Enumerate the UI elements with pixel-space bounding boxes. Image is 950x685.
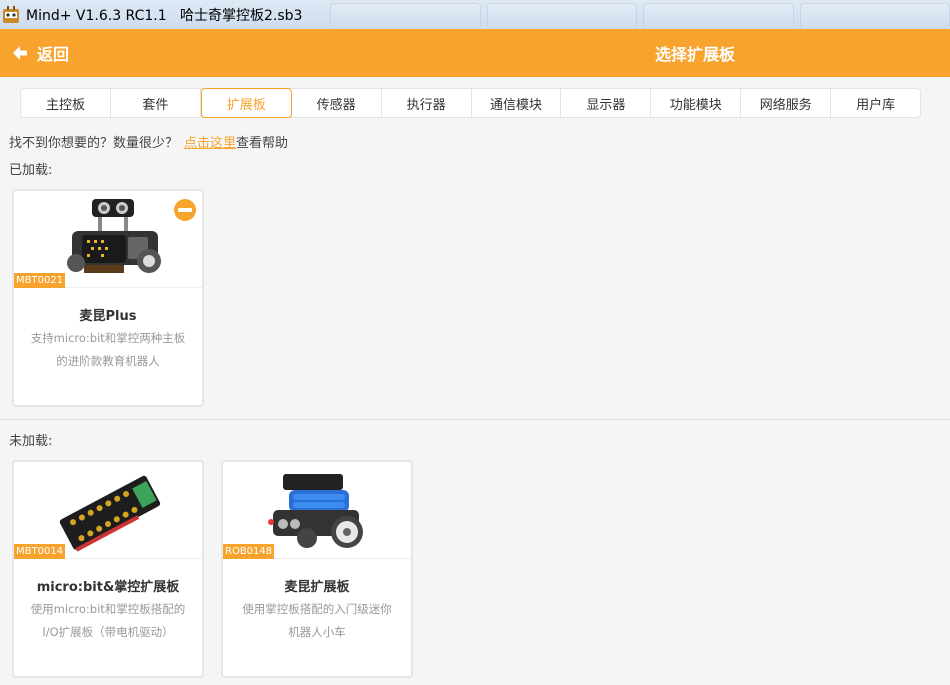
window-title: Mind+ V1.6.3 RC1.1 哈士奇掌控板2.sb3 bbox=[26, 7, 303, 24]
card-description: 使用micro:bit和掌控板搭配的 I/O扩展板（带电机驱动） bbox=[24, 598, 192, 644]
page-title: 选择扩展板 bbox=[654, 45, 735, 64]
background-browser-tabs bbox=[330, 3, 950, 27]
sku-badge: MBT0021 bbox=[14, 273, 66, 288]
extension-card-maqueen-plus[interactable]: MBT0021 麦昆Plus 支持micro:bit和掌控两种主板 的进阶款教育… bbox=[12, 189, 204, 407]
back-label: 返回 bbox=[37, 45, 70, 64]
card-description-line: 支持micro:bit和掌控两种主板 bbox=[30, 331, 186, 345]
remove-extension-button[interactable] bbox=[174, 199, 196, 221]
card-description-line: 的进阶款教育机器人 bbox=[56, 354, 160, 368]
extension-card-microbit-expansion[interactable]: MBT0014 micro:bit&掌控扩展板 使用micro:bit和掌控板搭… bbox=[12, 460, 204, 678]
tab-communication[interactable]: 通信模块 bbox=[472, 89, 562, 117]
card-description: 支持micro:bit和掌控两种主板 的进阶款教育机器人 bbox=[24, 327, 192, 373]
sku-badge: ROB0148 bbox=[223, 544, 275, 559]
card-description-line: 使用micro:bit和掌控板搭配的 bbox=[30, 602, 186, 616]
top-bar: 返回 选择扩展板 bbox=[0, 29, 950, 77]
section-divider bbox=[0, 419, 950, 420]
tab-displays[interactable]: 显示器 bbox=[561, 89, 652, 117]
tab-sensors[interactable]: 传感器 bbox=[292, 89, 382, 117]
mindplus-app-icon bbox=[1, 5, 21, 25]
tab-expansion-boards[interactable]: 扩展板 bbox=[200, 88, 292, 118]
tab-main-board[interactable]: 主控板 bbox=[21, 89, 111, 117]
tab-actuators[interactable]: 执行器 bbox=[382, 89, 472, 117]
tab-kits[interactable]: 套件 bbox=[111, 89, 201, 117]
card-title: 麦昆扩展板 bbox=[284, 580, 350, 595]
tab-network-services[interactable]: 网络服务 bbox=[741, 89, 832, 117]
unloaded-section-label: 未加载: bbox=[9, 434, 53, 449]
tab-function-modules[interactable]: 功能模块 bbox=[651, 89, 742, 117]
arrow-left-icon bbox=[13, 46, 27, 60]
help-suffix: 查看帮助 bbox=[236, 136, 289, 151]
category-tabs: 主控板 套件 扩展板 传感器 执行器 通信模块 显示器 功能模块 网络服务 用户… bbox=[20, 88, 921, 118]
card-description-line: 使用掌控板搭配的入门级迷你 bbox=[242, 602, 392, 616]
window-titlebar: Mind+ V1.6.3 RC1.1 哈士奇掌控板2.sb3 bbox=[0, 0, 950, 29]
card-title: 麦昆Plus bbox=[79, 309, 137, 324]
help-line: 找不到你想要的？数量很少？ 点击这里查看帮助 bbox=[9, 132, 288, 151]
card-description-line: 机器人小车 bbox=[288, 625, 346, 639]
extension-card-maqueen-expansion[interactable]: ROB0148 麦昆扩展板 使用掌控板搭配的入门级迷你 机器人小车 bbox=[221, 460, 413, 678]
back-button[interactable]: 返回 bbox=[12, 29, 69, 77]
help-link[interactable]: 点击这里 bbox=[184, 136, 236, 151]
card-description: 使用掌控板搭配的入门级迷你 机器人小车 bbox=[233, 598, 401, 644]
help-prefix: 找不到你想要的？数量很少？ bbox=[9, 136, 179, 151]
loaded-section-label: 已加载: bbox=[9, 163, 53, 178]
card-description-line: I/O扩展板（带电机驱动） bbox=[42, 625, 174, 639]
card-title: micro:bit&掌控扩展板 bbox=[36, 580, 180, 595]
tab-user-library[interactable]: 用户库 bbox=[831, 89, 920, 117]
sku-badge: MBT0014 bbox=[14, 544, 66, 559]
